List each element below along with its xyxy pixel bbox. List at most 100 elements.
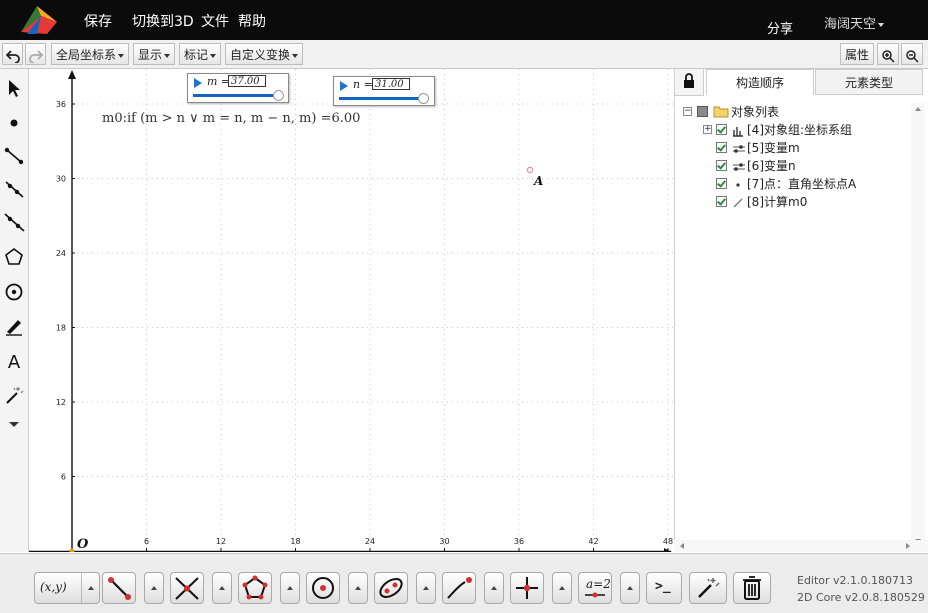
app-logo-icon[interactable] xyxy=(17,4,59,36)
play-icon[interactable] xyxy=(194,78,202,88)
circle-tool-icon[interactable] xyxy=(3,281,25,303)
delete-button[interactable] xyxy=(733,572,771,604)
transform-caret[interactable] xyxy=(552,572,572,604)
function-button[interactable] xyxy=(442,572,476,604)
mark-label: 标记 xyxy=(184,48,209,62)
version-info: Editor v2.1.0.180713 2D Core v2.0.8.1805… xyxy=(797,572,925,606)
y-tick-label: 18 xyxy=(56,324,66,333)
measure-button[interactable]: a=2 xyxy=(578,572,612,604)
tab-construction-order[interactable]: 构造顺序 xyxy=(706,69,814,95)
select-arrow-icon[interactable] xyxy=(3,77,25,99)
visibility-checkbox[interactable] xyxy=(716,142,727,153)
coord-point-tool-button[interactable]: (x,y) xyxy=(34,572,100,604)
point-tool-icon[interactable] xyxy=(3,112,25,134)
custom-transform-dropdown[interactable]: 自定义变换 xyxy=(225,43,304,65)
ellipse-icon xyxy=(379,578,403,598)
display-dropdown[interactable]: 显示 xyxy=(133,43,176,65)
tree-item-label: [7]点：直角坐标点A xyxy=(747,177,857,191)
slider-m-label: m = xyxy=(207,75,231,88)
polygon-button[interactable] xyxy=(238,572,272,604)
slider-m[interactable]: m = 37.00 xyxy=(187,73,289,103)
share-button[interactable]: 分享 xyxy=(767,18,793,37)
scroll-up-icon[interactable] xyxy=(915,107,921,111)
menu-help[interactable]: 帮助 xyxy=(238,11,266,31)
tree-item-label: [8]计算m0 xyxy=(747,195,808,209)
root-checkbox[interactable] xyxy=(697,106,708,117)
y-axis-arrow-icon xyxy=(68,70,76,79)
point-a[interactable] xyxy=(526,166,534,174)
intersection-button[interactable] xyxy=(170,572,204,604)
magic-button[interactable] xyxy=(689,572,727,604)
slider-m-value[interactable]: 37.00 xyxy=(228,75,266,87)
more-tools-chevron-icon[interactable] xyxy=(3,413,25,435)
circle-button[interactable] xyxy=(306,572,340,604)
lock-icon xyxy=(684,73,694,88)
segment-caret[interactable] xyxy=(144,572,164,604)
visibility-checkbox[interactable] xyxy=(716,196,727,207)
magic-wand-icon[interactable] xyxy=(3,384,25,406)
graph-canvas[interactable]: 6 12 18 24 30 36 42 48 36 30 24 18 12 6 O A m = 37.00… xyxy=(29,69,673,552)
panel-horizontal-scrollbar[interactable] xyxy=(674,540,928,552)
polygon-tool-icon[interactable] xyxy=(3,246,25,268)
slider-m-knob[interactable] xyxy=(273,90,285,101)
mark-dropdown[interactable]: 标记 xyxy=(179,43,222,65)
y-tick-label: 36 xyxy=(56,100,66,109)
visibility-checkbox[interactable] xyxy=(716,124,727,135)
slider-icon xyxy=(732,142,746,160)
y-tick-label: 30 xyxy=(56,175,66,184)
visibility-checkbox[interactable] xyxy=(716,160,727,171)
transform-button[interactable] xyxy=(510,572,544,604)
slider-n-track[interactable] xyxy=(339,97,423,100)
user-menu[interactable]: 海阔天空 xyxy=(824,13,885,32)
coord-caret[interactable] xyxy=(81,573,101,603)
menu-save[interactable]: 保存 xyxy=(84,11,112,31)
left-tool-strip: A xyxy=(0,69,29,552)
slider-n-label: n = xyxy=(353,78,373,91)
formula-m0[interactable]: m0:if (m > n ∨ m = n, m − n, m) =6.00 xyxy=(102,111,360,126)
collapse-icon[interactable]: − xyxy=(683,107,692,116)
slider-n-knob[interactable] xyxy=(417,93,429,104)
chevron-down-icon xyxy=(164,53,171,58)
slider-n-value[interactable]: 31.00 xyxy=(372,78,410,90)
zoom-out-button[interactable] xyxy=(901,43,923,65)
conic-caret[interactable] xyxy=(416,572,436,604)
x-tick-label: 18 xyxy=(290,537,300,546)
ray-tool-icon[interactable] xyxy=(3,178,25,200)
editor-version: Editor v2.1.0.180713 xyxy=(797,574,914,587)
tree-item-label: [5]变量m xyxy=(747,141,800,155)
function-caret[interactable] xyxy=(484,572,504,604)
command-icon: >_ xyxy=(655,579,671,594)
lock-button[interactable] xyxy=(675,69,704,96)
zoom-in-button[interactable] xyxy=(877,43,899,65)
panel-vertical-scrollbar[interactable] xyxy=(911,103,925,547)
text-tool-icon[interactable]: A xyxy=(3,350,25,372)
line-tool-icon[interactable] xyxy=(3,211,25,233)
x-tick-label: 48 xyxy=(663,537,673,546)
trash-icon xyxy=(743,576,761,600)
circle-caret[interactable] xyxy=(348,572,368,604)
segment-button[interactable] xyxy=(102,572,136,604)
scroll-left-icon[interactable] xyxy=(680,543,684,549)
command-button[interactable]: >_ xyxy=(646,572,682,604)
play-icon[interactable] xyxy=(340,81,348,91)
undo-button[interactable] xyxy=(2,43,23,65)
redo-button[interactable] xyxy=(25,43,46,65)
expand-icon[interactable]: + xyxy=(703,125,712,134)
slider-n[interactable]: n = 31.00 xyxy=(333,76,435,106)
segment-tool-icon[interactable] xyxy=(3,145,25,167)
conic-button[interactable] xyxy=(374,572,408,604)
menu-switch-3d[interactable]: 切换到3D xyxy=(132,11,194,31)
properties-button[interactable]: 属性 xyxy=(840,43,875,65)
tab-element-type[interactable]: 元素类型 xyxy=(815,69,923,95)
menu-file[interactable]: 文件 xyxy=(201,11,229,31)
slider-m-track[interactable] xyxy=(193,94,279,97)
visibility-checkbox[interactable] xyxy=(716,178,727,189)
intersection-caret[interactable] xyxy=(212,572,232,604)
pen-tool-icon[interactable] xyxy=(3,315,25,337)
svg-text:A: A xyxy=(8,352,21,372)
polygon-caret[interactable] xyxy=(280,572,300,604)
tree-item-label: [6]变量n xyxy=(747,159,796,173)
scroll-right-icon[interactable] xyxy=(906,543,910,549)
measure-caret[interactable] xyxy=(620,572,640,604)
coord-system-dropdown[interactable]: 全局坐标系 xyxy=(51,43,130,65)
